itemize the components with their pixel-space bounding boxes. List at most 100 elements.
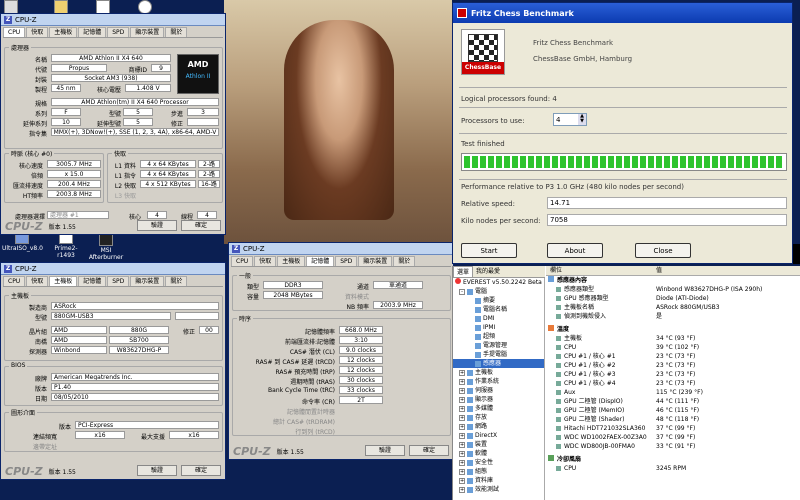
row-value: 46 °C (115 °F) <box>656 407 700 414</box>
expand-toggle-icon[interactable]: + <box>459 451 465 457</box>
desktop-icon-msi[interactable]: MSI Afterburner <box>86 232 126 261</box>
tab-5[interactable]: 顯示裝置 <box>130 276 165 286</box>
col-value-header[interactable]: 值 <box>656 266 662 276</box>
tab-6[interactable]: 關於 <box>165 27 188 37</box>
validate-button[interactable]: 驗證 <box>137 465 177 476</box>
tree-item[interactable]: + 作業系統 <box>453 377 544 386</box>
expand-toggle-icon[interactable]: + <box>459 460 465 466</box>
tab-0[interactable]: CPU <box>3 27 26 37</box>
close-button[interactable]: Close <box>635 243 691 258</box>
tree-item[interactable]: + 資料庫 <box>453 476 544 485</box>
expand-toggle-icon[interactable]: + <box>459 397 465 403</box>
spinner-arrows-icon[interactable]: ▲ ▼ <box>578 114 586 125</box>
titlebar[interactable]: Z CPU-Z <box>229 243 453 255</box>
tab-6[interactable]: 關於 <box>393 256 416 266</box>
tree-item[interactable]: + 伺服器 <box>453 386 544 395</box>
tree-item[interactable]: + 效能測試 <box>453 485 544 494</box>
tab-favorites[interactable]: 我的最愛 <box>473 266 503 277</box>
details-row[interactable]: GPU 感應器類型 Diode (ATI-Diode) <box>546 294 800 303</box>
expand-toggle-icon[interactable]: + <box>459 433 465 439</box>
details-row[interactable]: WDC WD1002FAEX-00Z3A0 37 °C (99 °F) <box>546 433 800 442</box>
tab-6[interactable]: 關於 <box>165 276 188 286</box>
ok-button[interactable]: 確定 <box>409 445 449 456</box>
col-field-header[interactable]: 欄位 <box>550 266 562 276</box>
tree-item[interactable]: 超頻 <box>453 332 544 341</box>
tree-item[interactable]: + DirectX <box>453 431 544 440</box>
tab-5[interactable]: 顯示裝置 <box>358 256 393 266</box>
titlebar[interactable]: Z CPU-Z <box>1 14 225 26</box>
processors-to-use-spinner[interactable]: 4 ▲ ▼ <box>553 113 587 126</box>
details-row[interactable]: 主機板 34 °C (93 °F) <box>546 334 800 343</box>
details-row[interactable]: GPU 二極管 (Shader) 48 °C (118 °F) <box>546 415 800 424</box>
details-row[interactable]: GPU 二極管 (MemIO) 46 °C (115 °F) <box>546 406 800 415</box>
tab-3[interactable]: 記憶體 <box>78 27 107 37</box>
tab-0[interactable]: CPU <box>231 256 254 266</box>
expand-toggle-icon[interactable]: + <box>459 487 465 493</box>
details-row[interactable]: 偵測到機殼侵入 是 <box>546 312 800 321</box>
titlebar[interactable]: Fritz Chess Benchmark <box>453 3 792 23</box>
details-row[interactable]: CPU #1 / 核心 #3 23 °C (73 °F) <box>546 370 800 379</box>
tab-4[interactable]: SPD <box>107 276 130 286</box>
tab-2[interactable]: 主機板 <box>277 256 306 266</box>
tab-3[interactable]: 記憶體 <box>306 256 335 266</box>
expand-toggle-icon[interactable]: + <box>459 469 465 475</box>
expand-toggle-icon[interactable]: + <box>459 442 465 448</box>
expand-toggle-icon[interactable]: + <box>459 370 465 376</box>
details-row[interactable]: GPU 二極管 (DispIO) 44 °C (111 °F) <box>546 397 800 406</box>
tree-root[interactable]: EVEREST v5.50.2242 Beta <box>453 278 544 287</box>
validate-button[interactable]: 驗證 <box>137 220 177 231</box>
expand-toggle-icon[interactable]: - <box>459 289 465 295</box>
expand-toggle-icon[interactable]: + <box>459 424 465 430</box>
tree-item[interactable]: 手提電腦 <box>453 350 544 359</box>
tree-item[interactable]: 電源管理 <box>453 341 544 350</box>
details-row[interactable]: CPU 3245 RPM <box>546 464 800 473</box>
tree-item[interactable]: + 主機板 <box>453 368 544 377</box>
details-row[interactable]: Aux 115 °C (239 °F) <box>546 388 800 397</box>
expand-toggle-icon[interactable]: + <box>459 415 465 421</box>
tree-item[interactable]: + 裝置 <box>453 440 544 449</box>
tab-1[interactable]: 快取 <box>26 27 49 37</box>
tab-1[interactable]: 快取 <box>254 256 277 266</box>
tab-2[interactable]: 主機板 <box>49 276 78 286</box>
tree-item[interactable]: 電腦名稱 <box>453 305 544 314</box>
validate-button[interactable]: 驗證 <box>365 445 405 456</box>
details-row[interactable]: WDC WD800JB-00FMA0 33 °C (91 °F) <box>546 442 800 451</box>
expand-toggle-icon[interactable]: + <box>459 478 465 484</box>
details-row[interactable]: 感應器類型 Winbond W83627DHG-P (ISA 290h) <box>546 285 800 294</box>
tree-item[interactable]: 摘要 <box>453 296 544 305</box>
details-row[interactable]: 主機板名稱 ASRock 880GM/USB3 <box>546 303 800 312</box>
details-row[interactable]: CPU 39 °C (102 °F) <box>546 343 800 352</box>
titlebar[interactable]: Z CPU-Z <box>1 263 225 275</box>
tab-0[interactable]: CPU <box>3 276 26 286</box>
tree-item[interactable]: - 電腦 <box>453 287 544 296</box>
tab-4[interactable]: SPD <box>335 256 358 266</box>
details-row[interactable]: CPU #1 / 核心 #4 23 °C (73 °F) <box>546 379 800 388</box>
tree-item[interactable]: + 安全性 <box>453 458 544 467</box>
tab-3[interactable]: 記憶體 <box>78 276 107 286</box>
tab-5[interactable]: 顯示裝置 <box>130 27 165 37</box>
ok-button[interactable]: 確定 <box>181 220 221 231</box>
tab-4[interactable]: SPD <box>107 27 130 37</box>
tree-item[interactable]: + 網路 <box>453 422 544 431</box>
tab-1[interactable]: 快取 <box>26 276 49 286</box>
start-button[interactable]: Start <box>461 243 517 258</box>
tree-item[interactable]: + 組態 <box>453 467 544 476</box>
expand-toggle-icon[interactable]: + <box>459 406 465 412</box>
tab-2[interactable]: 主機板 <box>49 27 78 37</box>
tree-item[interactable]: + 存放 <box>453 413 544 422</box>
tree-item[interactable]: IPMI <box>453 323 544 332</box>
tree-item[interactable]: + 多媒體 <box>453 404 544 413</box>
details-row[interactable]: Hitachi HDT721032SLA360 37 °C (99 °F) <box>546 424 800 433</box>
tree-item[interactable]: DMI <box>453 314 544 323</box>
expand-toggle-icon[interactable]: + <box>459 379 465 385</box>
tree-item[interactable]: 感應器 <box>453 359 544 368</box>
ok-button[interactable]: 確定 <box>181 465 221 476</box>
expand-toggle-icon[interactable]: + <box>459 388 465 394</box>
row-icon <box>556 408 561 413</box>
tree-item[interactable]: + 軟體 <box>453 449 544 458</box>
details-row[interactable]: CPU #1 / 核心 #2 23 °C (73 °F) <box>546 361 800 370</box>
details-row[interactable]: CPU #1 / 核心 #1 23 °C (73 °F) <box>546 352 800 361</box>
about-button[interactable]: About <box>547 243 603 258</box>
tree-item[interactable]: + 顯示器 <box>453 395 544 404</box>
tab-menu[interactable]: 選單 <box>453 266 474 277</box>
